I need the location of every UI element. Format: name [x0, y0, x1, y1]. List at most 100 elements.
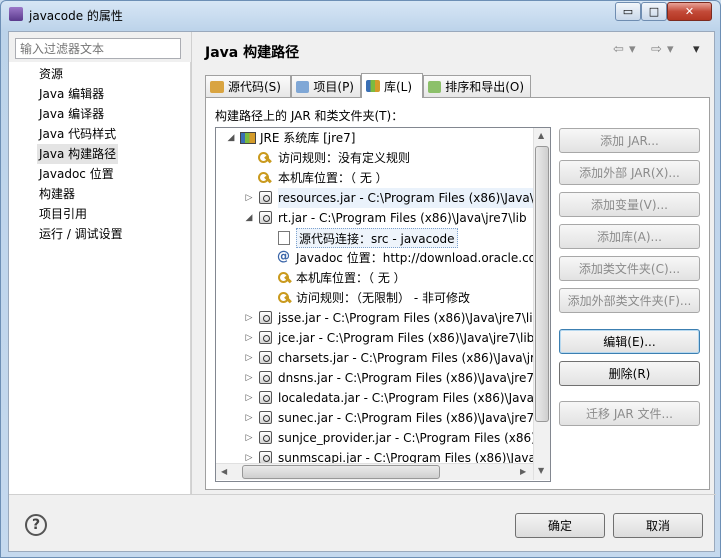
jar-icon	[259, 211, 272, 224]
nav-item-builders[interactable]: 构建器	[39, 184, 75, 204]
horizontal-scroll-thumb[interactable]	[242, 465, 440, 479]
access-rule-icon	[278, 292, 292, 306]
app-icon	[9, 7, 23, 21]
tree-item-jre-access[interactable]: 访问规则：没有定义规则	[278, 148, 410, 168]
scroll-right-icon[interactable]: ▶	[520, 467, 526, 476]
tree-item-rt-javadoc[interactable]: Javadoc 位置：http://download.oracle.co	[296, 248, 536, 268]
migrate-jar-button[interactable]: 迁移 JAR 文件...	[559, 401, 700, 426]
nav-item-resource[interactable]: 资源	[39, 64, 63, 84]
help-icon[interactable]: ?	[25, 514, 47, 536]
add-jar-button[interactable]: 添加 JAR...	[559, 128, 700, 153]
category-tree: 资源 Java 编辑器 Java 编译器 Java 代码样式 Java 构建路径…	[9, 62, 191, 494]
expand-icon[interactable]: ▷	[244, 393, 254, 403]
tree-item-jar[interactable]: jce.jar - C:\Program Files (x86)\Java\jr…	[278, 328, 534, 348]
sash[interactable]	[191, 32, 192, 494]
add-variable-button[interactable]: 添加变量(V)...	[559, 192, 700, 217]
forward-arrow-icon[interactable]: ⇨	[651, 42, 662, 57]
access-rule-icon	[258, 152, 272, 166]
jar-icon	[259, 351, 272, 364]
javadoc-icon: @	[277, 249, 290, 264]
project-icon	[296, 80, 310, 93]
tree-item-rt-native[interactable]: 本机库位置：（ 无 ）	[296, 268, 406, 288]
native-library-icon	[278, 272, 292, 286]
collapse-icon[interactable]: ◢	[226, 133, 236, 143]
jar-icon	[259, 391, 272, 404]
tree-item-jre[interactable]: JRE 系统库 [jre7]	[260, 128, 355, 148]
tree-item-jre-native[interactable]: 本机库位置：（ 无 ）	[278, 168, 388, 188]
maximize-button[interactable]: □	[641, 2, 667, 21]
tab-order-export[interactable]: 排序和导出(O)	[423, 75, 531, 97]
expand-icon[interactable]: ▷	[244, 413, 254, 423]
native-library-icon	[258, 172, 272, 186]
dialog-client: 资源 Java 编辑器 Java 编译器 Java 代码样式 Java 构建路径…	[8, 31, 716, 552]
expand-icon[interactable]: ▷	[244, 353, 254, 363]
window-title: javacode 的属性	[29, 9, 123, 23]
footer-separator	[9, 494, 716, 495]
expand-icon[interactable]: ▷	[244, 333, 254, 343]
nav-item-project-references[interactable]: 项目引用	[39, 204, 87, 224]
add-external-class-folder-button[interactable]: 添加外部类文件夹(F)...	[559, 288, 700, 313]
tree-item-jar[interactable]: localedata.jar - C:\Program Files (x86)\…	[278, 388, 538, 408]
add-library-button[interactable]: 添加库(A)...	[559, 224, 700, 249]
tree-item-jar[interactable]: sunec.jar - C:\Program Files (x86)\Java\…	[278, 408, 534, 428]
collapse-icon[interactable]: ◢	[244, 213, 254, 223]
back-menu-icon[interactable]: ▾	[629, 42, 636, 57]
tree-item-jar[interactable]: charsets.jar - C:\Program Files (x86)\Ja…	[278, 348, 535, 368]
tab-projects[interactable]: 项目(P)	[291, 75, 361, 97]
jar-icon	[259, 411, 272, 424]
add-class-folder-button[interactable]: 添加类文件夹(C)...	[559, 256, 700, 281]
nav-item-run-debug-settings[interactable]: 运行 / 调试设置	[39, 224, 123, 244]
filter-input[interactable]	[15, 38, 181, 59]
nav-item-java-build-path[interactable]: Java 构建路径	[37, 144, 119, 164]
expand-icon[interactable]: ▷	[244, 313, 254, 323]
nav-item-java-editor[interactable]: Java 编辑器	[39, 84, 104, 104]
tree-item-resources-jar[interactable]: resources.jar - C:\Program Files (x86)\J…	[278, 188, 534, 208]
source-folder-icon	[210, 80, 224, 93]
minimize-button[interactable]: ▭	[615, 2, 641, 21]
tab-label: 源代码(S)	[228, 80, 281, 94]
tab-label: 项目(P)	[313, 80, 354, 94]
edit-button[interactable]: 编辑(E)...	[559, 329, 700, 354]
close-button[interactable]: ✕	[667, 2, 712, 21]
vertical-scrollbar[interactable]: ▲ ▼	[533, 128, 550, 480]
tab-label: 排序和导出(O)	[445, 80, 524, 94]
nav-item-java-compiler[interactable]: Java 编译器	[39, 104, 104, 124]
scroll-left-icon[interactable]: ◀	[221, 467, 227, 476]
jar-icon	[259, 311, 272, 324]
tab-source[interactable]: 源代码(S)	[205, 75, 291, 97]
nav-item-javadoc-location[interactable]: Javadoc 位置	[39, 164, 114, 184]
horizontal-scrollbar[interactable]: ◀ ▶	[216, 463, 533, 480]
tab-libraries[interactable]: 库(L)	[361, 73, 423, 98]
jre-library-icon	[240, 132, 256, 144]
build-path-tree[interactable]: ◢ JRE 系统库 [jre7] 访问规则：没有定义规则 本机库位置：（ 无 ）…	[215, 127, 551, 482]
libraries-label: 构建路径上的 JAR 和类文件夹(T)：	[215, 109, 404, 123]
ok-button[interactable]: 确定	[515, 513, 605, 538]
expand-icon[interactable]: ▷	[244, 433, 254, 443]
order-icon	[428, 80, 442, 93]
tree-item-jar[interactable]: dnsns.jar - C:\Program Files (x86)\Java\…	[278, 368, 534, 388]
page-title: Java 构建路径	[205, 45, 300, 61]
forward-menu-icon[interactable]: ▾	[667, 42, 674, 57]
expand-icon[interactable]: ▷	[244, 373, 254, 383]
scroll-down-icon[interactable]: ▼	[538, 466, 544, 475]
tree-item-jar[interactable]: sunjce_provider.jar - C:\Program Files (…	[278, 428, 536, 448]
tree-item-rt-access[interactable]: 访问规则：（无限制） - 非可修改	[296, 288, 470, 308]
add-external-jar-button[interactable]: 添加外部 JAR(X)...	[559, 160, 700, 185]
expand-icon[interactable]: ▷	[244, 193, 254, 203]
jar-icon	[259, 431, 272, 444]
properties-window: javacode 的属性 ▭ □ ✕ 资源 Java 编辑器 Java 编译器 …	[0, 0, 721, 558]
library-icon	[366, 80, 380, 92]
tab-label: 库(L)	[384, 79, 413, 94]
tree-item-jar[interactable]: jsse.jar - C:\Program Files (x86)\Java\j…	[278, 308, 533, 328]
jar-icon	[259, 331, 272, 344]
tree-item-rt-jar[interactable]: rt.jar - C:\Program Files (x86)\Java\jre…	[278, 208, 527, 228]
cancel-button[interactable]: 取消	[613, 513, 703, 538]
view-menu-icon[interactable]: ▾	[693, 42, 700, 57]
tree-item-rt-source[interactable]: 源代码连接：src - javacode	[296, 228, 458, 248]
expand-icon[interactable]: ▷	[244, 453, 254, 463]
remove-button[interactable]: 删除(R)	[559, 361, 700, 386]
nav-item-java-code-style[interactable]: Java 代码样式	[39, 124, 116, 144]
vertical-scroll-thumb[interactable]	[535, 146, 549, 422]
back-arrow-icon[interactable]: ⇦	[613, 42, 624, 57]
scroll-up-icon[interactable]: ▲	[538, 131, 544, 140]
